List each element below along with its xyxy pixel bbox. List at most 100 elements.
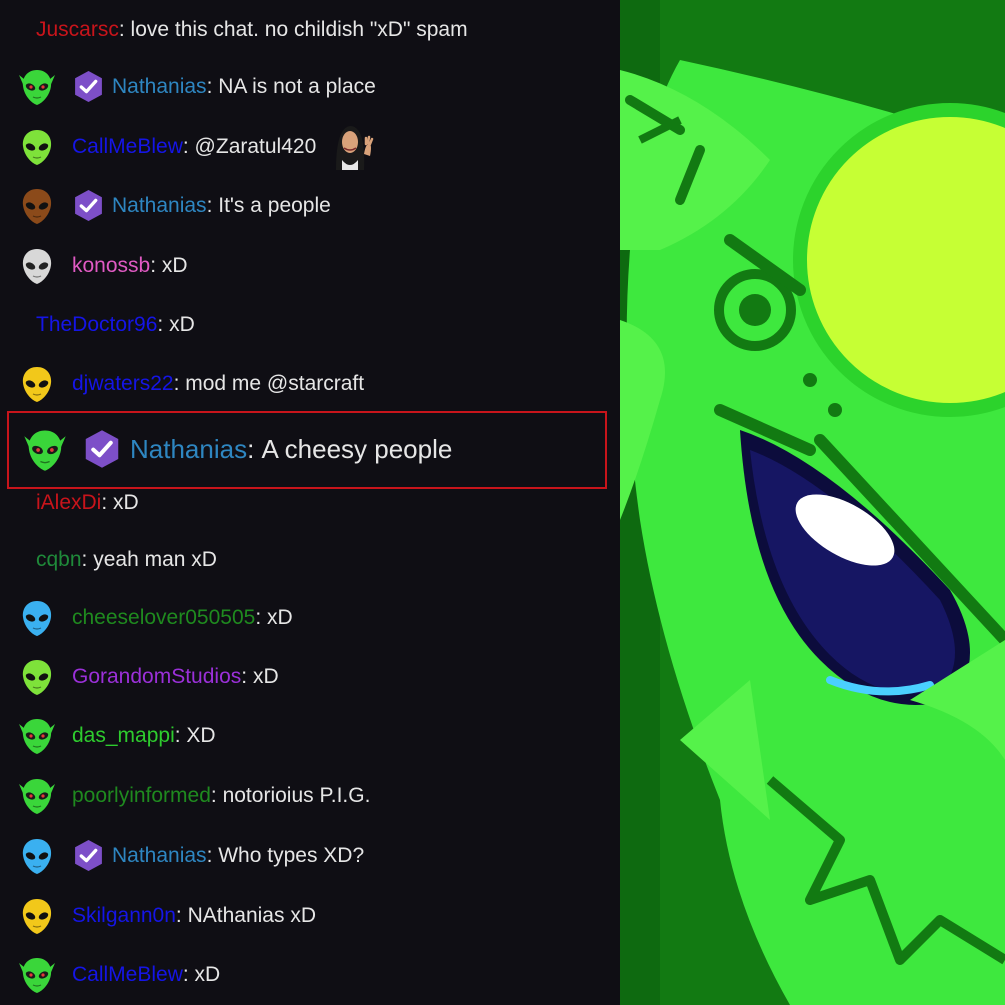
avatar[interactable] xyxy=(0,945,72,1004)
chat-username[interactable]: GorandomStudios xyxy=(72,665,241,689)
avatar[interactable] xyxy=(0,57,72,116)
chat-message: Nathanias: It's a people xyxy=(0,176,620,235)
chat-separator: : xyxy=(175,903,188,927)
chat-username[interactable]: Skilgann0n xyxy=(72,904,176,928)
chat-message: Skilgann0n: NAthanias xD xyxy=(0,886,620,945)
chat-message: GorandomStudios: xD xyxy=(0,647,620,706)
yellow-alien-avatar-icon xyxy=(22,367,52,402)
avatar[interactable] xyxy=(0,826,72,885)
chat-message-text: love this chat. no childish "xD" spam xyxy=(130,17,468,41)
chat-username[interactable]: cqbn xyxy=(36,548,82,572)
goblin-artwork xyxy=(620,0,1005,1005)
chat-username[interactable]: CallMeBlew xyxy=(72,963,183,987)
blue-alien-avatar-icon xyxy=(22,839,52,874)
chat-separator: : xyxy=(182,962,195,986)
chat-message: TheDoctor96: xD xyxy=(0,295,620,354)
chat-username[interactable]: Juscarsc xyxy=(36,18,119,42)
chat-username[interactable]: das_mappi xyxy=(72,724,175,748)
green-goblin-avatar-icon xyxy=(19,70,55,105)
chat-message-text: NA is not a place xyxy=(218,74,376,98)
grey-alien-avatar-icon xyxy=(22,249,52,284)
avatar[interactable] xyxy=(0,588,72,647)
chat-message: cheeselover050505: xD xyxy=(0,588,620,647)
chat-username[interactable]: konossb xyxy=(72,254,150,278)
avatar[interactable] xyxy=(0,354,72,413)
chat-panel: Juscarsc: love this chat. no childish "x… xyxy=(0,0,620,1005)
green-goblin-avatar-icon xyxy=(19,958,55,993)
chat-username[interactable]: CallMeBlew xyxy=(72,135,183,159)
chat-username[interactable]: djwaters22 xyxy=(72,372,174,396)
chat-separator: : xyxy=(206,843,219,867)
chat-separator: : xyxy=(157,312,170,336)
chat-separator: : xyxy=(173,371,186,395)
chat-message: cqbn: yeah man xD xyxy=(0,530,620,589)
verified-badge xyxy=(72,189,112,222)
chat-message: CallMeBlew: xD xyxy=(0,945,620,1004)
brown-alien-avatar-icon xyxy=(22,189,52,224)
chat-separator: : xyxy=(101,490,114,514)
chat-username[interactable]: iAlexDi xyxy=(36,491,101,515)
green-alien-avatar-icon xyxy=(22,660,52,695)
avatar[interactable] xyxy=(0,706,72,765)
yellow-alien-avatar-icon xyxy=(22,899,52,934)
chat-message-text: xD xyxy=(161,253,188,277)
chat-message-text: xD xyxy=(266,605,293,629)
chat-username[interactable]: poorlyinformed xyxy=(72,784,211,808)
chat-message: poorlyinformed: notorioius P.I.G. xyxy=(0,766,620,825)
chat-message-text: NAthanias xD xyxy=(187,903,316,927)
verified-check-icon xyxy=(75,190,102,221)
chat-emote xyxy=(326,117,379,176)
chat-message-text: mod me @starcraft xyxy=(185,371,365,395)
chat-separator: : xyxy=(255,605,267,629)
chat-message: CallMeBlew: @Zaratul420 xyxy=(0,117,620,176)
chat-message-text: XD xyxy=(186,723,216,747)
chat-separator: : xyxy=(206,74,219,98)
chat-separator: : xyxy=(150,253,162,277)
avatar[interactable] xyxy=(0,647,72,706)
chat-message-text: xD xyxy=(169,312,195,336)
verified-badge xyxy=(72,839,112,872)
waving-woman-emote-icon xyxy=(326,117,379,170)
chat-message-text: xD xyxy=(252,664,279,688)
chat-message-text: xD xyxy=(194,962,221,986)
goblin-face-illustration xyxy=(620,0,1005,1005)
chat-username[interactable]: Nathanias xyxy=(112,194,207,218)
chat-message-text: @Zaratul420 xyxy=(194,134,317,158)
avatar[interactable] xyxy=(0,236,72,295)
verified-check-icon xyxy=(75,840,102,871)
green-goblin-red-avatar-icon xyxy=(19,779,55,814)
green-alien-avatar-icon xyxy=(22,130,52,165)
chat-username[interactable]: Nathanias xyxy=(112,844,207,868)
chat-message: konossb: xD xyxy=(0,236,620,295)
chat-message-text: xD xyxy=(113,490,139,514)
chat-separator: : xyxy=(241,664,253,688)
highlighted-message-frame xyxy=(7,411,607,489)
chat-message-text: notorioius P.I.G. xyxy=(222,783,371,807)
verified-check-icon xyxy=(75,71,102,102)
chat-separator: : xyxy=(81,547,94,571)
chat-username[interactable]: cheeselover050505 xyxy=(72,606,255,630)
chat-message-text: yeah man xD xyxy=(93,547,217,571)
chat-separator: : xyxy=(210,783,223,807)
chat-message-text: Who types XD? xyxy=(218,843,365,867)
chat-username[interactable]: Nathanias xyxy=(112,75,207,99)
blue-alien-avatar-icon xyxy=(22,601,52,636)
chat-message: Nathanias: NA is not a place xyxy=(0,57,620,116)
green-goblin-avatar-icon xyxy=(19,719,55,754)
chat-message-text: It's a people xyxy=(218,193,331,217)
chat-username[interactable]: TheDoctor96 xyxy=(36,313,157,337)
chat-message: Juscarsc: love this chat. no childish "x… xyxy=(0,0,620,59)
avatar[interactable] xyxy=(0,886,72,945)
chat-separator: : xyxy=(206,193,219,217)
avatar[interactable] xyxy=(0,176,72,235)
avatar[interactable] xyxy=(0,530,36,589)
avatar[interactable] xyxy=(0,0,36,59)
chat-message: Nathanias: Who types XD? xyxy=(0,826,620,885)
chat-separator: : xyxy=(118,17,131,41)
avatar[interactable] xyxy=(0,117,72,176)
chat-separator: : xyxy=(174,723,187,747)
chat-separator: : xyxy=(182,134,195,158)
avatar[interactable] xyxy=(0,766,72,825)
avatar[interactable] xyxy=(0,295,36,354)
verified-badge xyxy=(72,70,112,103)
